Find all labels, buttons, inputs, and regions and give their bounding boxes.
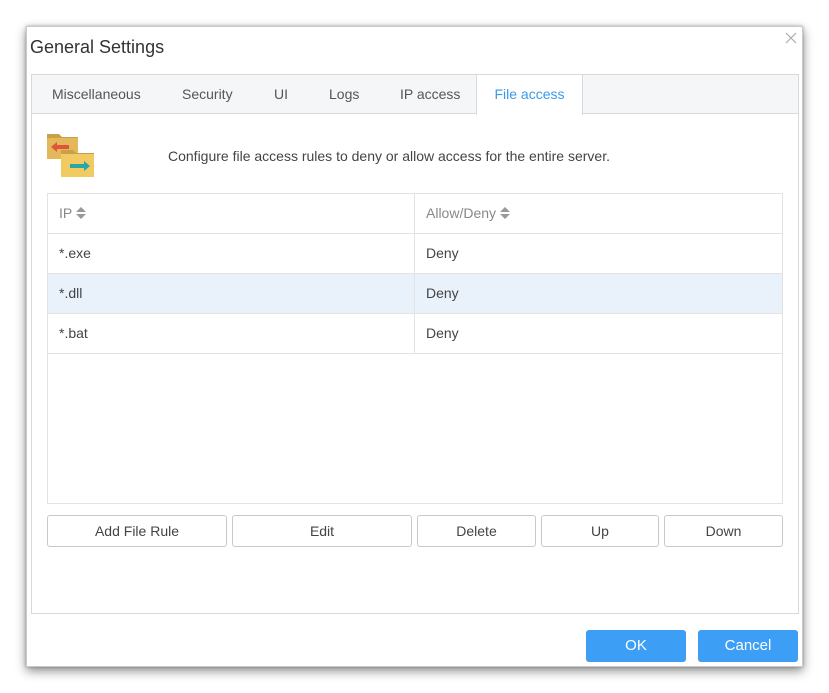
ok-button[interactable]: OK	[586, 630, 686, 662]
sort-icon[interactable]	[76, 206, 87, 220]
tab-file-access[interactable]: File access	[476, 75, 583, 115]
cell-ip: *.bat	[48, 314, 415, 353]
sort-icon[interactable]	[500, 206, 511, 220]
column-header-allow-deny-label: Allow/Deny	[426, 205, 497, 221]
file-rules-table: IP Allow/Deny *.exe Deny *.dll Deny *.ba…	[47, 193, 783, 504]
tab-miscellaneous[interactable]: Miscellaneous	[52, 75, 141, 114]
up-button[interactable]: Up	[541, 515, 659, 547]
column-header-ip-label: IP	[59, 205, 73, 221]
close-icon[interactable]	[784, 31, 798, 45]
column-header-allow-deny[interactable]: Allow/Deny	[415, 194, 782, 233]
add-file-rule-button[interactable]: Add File Rule	[47, 515, 227, 547]
section-description: Configure file access rules to deny or a…	[168, 148, 610, 164]
down-button[interactable]: Down	[664, 515, 783, 547]
delete-button[interactable]: Delete	[417, 515, 536, 547]
table-header: IP Allow/Deny	[48, 194, 782, 234]
folder-transfer-icon	[46, 130, 96, 178]
column-header-ip[interactable]: IP	[48, 194, 415, 233]
tab-bar: Miscellaneous Security UI Logs IP access…	[32, 75, 798, 115]
dialog-title: General Settings	[30, 37, 165, 57]
cell-rule: Deny	[426, 285, 459, 301]
table-row[interactable]: *.bat Deny	[48, 314, 782, 354]
settings-panel: Miscellaneous Security UI Logs IP access…	[31, 74, 799, 614]
tab-logs[interactable]: Logs	[329, 75, 359, 114]
cell-rule: Deny	[426, 325, 459, 341]
tab-ip-access[interactable]: IP access	[400, 75, 460, 114]
table-row[interactable]: *.dll Deny	[48, 274, 782, 314]
cell-rule: Deny	[426, 245, 459, 261]
section-header: Configure file access rules to deny or a…	[46, 130, 786, 180]
tab-security[interactable]: Security	[182, 75, 233, 114]
cell-ip: *.exe	[48, 234, 415, 273]
table-row[interactable]: *.exe Deny	[48, 234, 782, 274]
cancel-button[interactable]: Cancel	[698, 630, 798, 662]
cell-ip: *.dll	[48, 274, 415, 313]
general-settings-dialog: General Settings Miscellaneous Security …	[26, 26, 803, 667]
tab-ui[interactable]: UI	[274, 75, 288, 114]
edit-button[interactable]: Edit	[232, 515, 412, 547]
